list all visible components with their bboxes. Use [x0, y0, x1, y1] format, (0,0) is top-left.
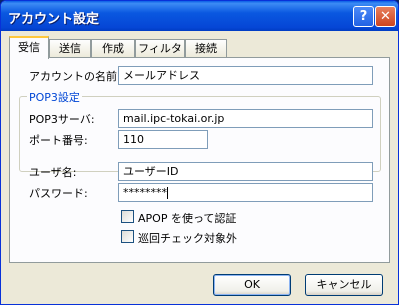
tab-connection[interactable]: 接続	[185, 39, 227, 58]
tab-filter[interactable]: フィルタ	[135, 39, 185, 58]
apop-checkbox[interactable]	[121, 210, 134, 223]
port-input[interactable]: 110	[118, 130, 208, 149]
port-label: ポート番号:	[29, 134, 88, 147]
pop3-server-input[interactable]: mail.ipc-tokai.or.jp	[118, 109, 373, 128]
pop3-settings-title: POP3設定	[27, 89, 82, 105]
patrol-exclude-checkbox[interactable]	[121, 230, 134, 243]
help-button[interactable]: ?	[353, 6, 374, 27]
patrol-exclude-label[interactable]: 巡回チェック対象外	[138, 230, 237, 246]
tab-send[interactable]: 送信	[49, 39, 91, 58]
account-name-label: アカウントの名前:	[29, 70, 121, 83]
account-settings-dialog: アカウント設定 ? ✕ 受信 送信 作成 フィルタ 接続 アカウントの名前: メ…	[0, 0, 399, 305]
password-value: ********	[123, 186, 167, 199]
account-name-input[interactable]: メールアドレス	[118, 66, 373, 85]
password-label: パスワード:	[29, 187, 88, 200]
title-bar[interactable]: アカウント設定 ? ✕	[1, 1, 398, 31]
username-label: ユーザ名:	[29, 166, 77, 179]
window-title: アカウント設定	[8, 12, 100, 27]
username-input[interactable]: ユーザーID	[118, 162, 373, 181]
receive-tab-panel: アカウントの名前: メールアドレス POP3設定 POP3サーバ: mail.i…	[9, 57, 390, 263]
cancel-button[interactable]: キャンセル	[305, 274, 383, 296]
text-cursor	[167, 187, 168, 199]
password-input[interactable]: ********	[118, 183, 373, 202]
pop3-server-label: POP3サーバ:	[29, 113, 95, 126]
apop-label[interactable]: APOP を使って認証	[138, 210, 236, 226]
ok-button[interactable]: OK	[213, 274, 291, 296]
close-button[interactable]: ✕	[375, 6, 396, 27]
tab-compose[interactable]: 作成	[91, 39, 135, 58]
tab-receive[interactable]: 受信	[9, 36, 49, 59]
